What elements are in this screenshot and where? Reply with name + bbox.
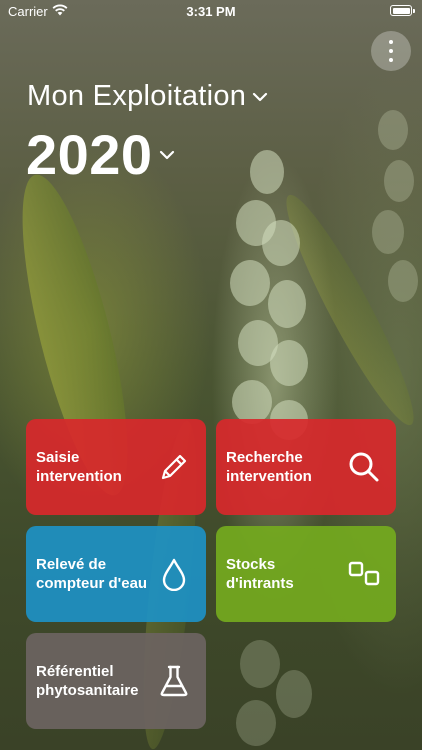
stock-squares-icon [344, 554, 384, 594]
more-dot-icon [389, 40, 393, 44]
more-dot-icon [389, 49, 393, 53]
battery-icon [390, 5, 415, 16]
recherche-intervention-tile[interactable]: Recherche intervention [216, 419, 396, 515]
flask-icon [154, 661, 194, 701]
stocks-intrants-tile[interactable]: Stocks d'intrants [216, 526, 396, 622]
tile-label: Relevé de compteur d'eau [36, 556, 148, 592]
chevron-down-icon [253, 92, 268, 101]
pencil-icon [154, 447, 194, 487]
clock: 3:31 PM [186, 4, 236, 19]
referentiel-phytosanitaire-tile[interactable]: Référentiel phytosanitaire [26, 633, 206, 729]
farm-selector[interactable]: Mon Exploitation [27, 80, 268, 113]
status-bar: Carrier 3:31 PM [0, 0, 422, 22]
more-options-button[interactable] [371, 31, 411, 71]
more-dot-icon [389, 58, 393, 62]
saisie-intervention-tile[interactable]: Saisie intervention [26, 419, 206, 515]
year-selector[interactable]: 2020 [26, 122, 175, 187]
farm-title: Mon Exploitation [27, 80, 247, 112]
year-title: 2020 [26, 123, 153, 186]
chevron-down-icon [159, 150, 174, 159]
tile-label: Stocks d'intrants [226, 556, 294, 592]
tile-label: Référentiel phytosanitaire [36, 663, 139, 699]
tile-label: Recherche intervention [226, 449, 312, 485]
search-icon [344, 447, 384, 487]
tile-label: Saisie intervention [36, 449, 122, 485]
water-drop-icon [154, 554, 194, 594]
releve-compteur-eau-tile[interactable]: Relevé de compteur d'eau [26, 526, 206, 622]
